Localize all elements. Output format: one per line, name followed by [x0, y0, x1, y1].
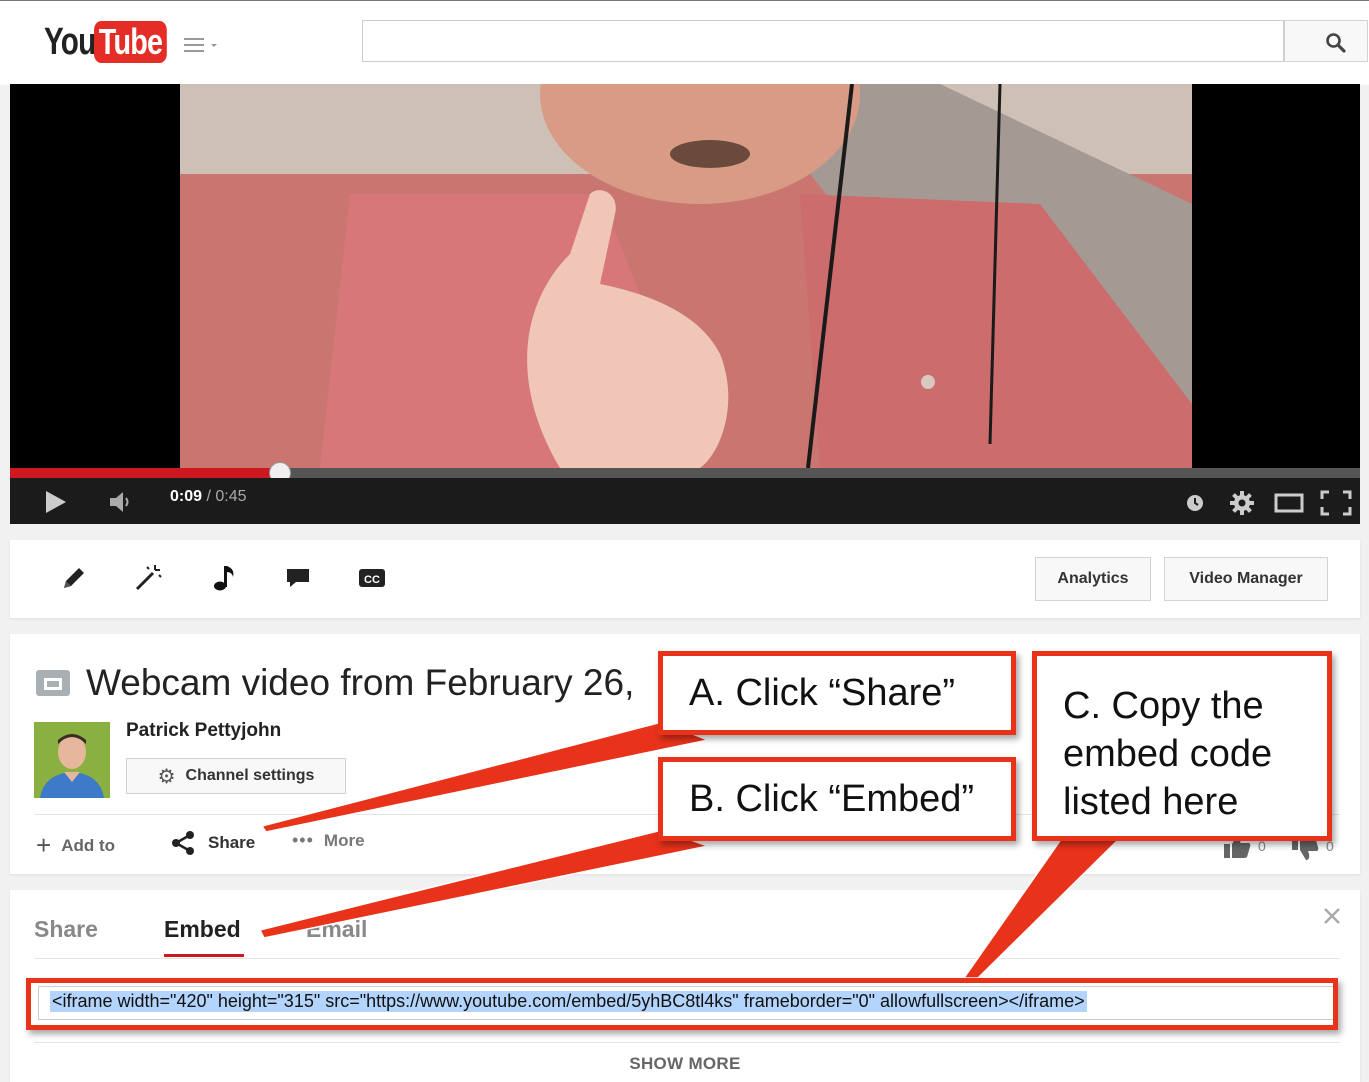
time-display: 0:09 / 0:45: [170, 488, 247, 506]
tab-embed[interactable]: Embed: [164, 916, 241, 943]
time-separator: /: [206, 488, 211, 505]
music-note-audio-icon[interactable]: [208, 562, 240, 594]
search-field[interactable]: [363, 21, 1283, 61]
annotation-c: C. Copy the embed code listed here: [1032, 651, 1332, 841]
watch-later-icon[interactable]: [1186, 494, 1204, 512]
volume-icon[interactable]: [108, 490, 134, 514]
video-player[interactable]: 0:09 / 0:45: [10, 84, 1360, 524]
share-label: Share: [208, 833, 256, 852]
fullscreen-icon[interactable]: [1320, 490, 1352, 516]
channel-settings-button[interactable]: ⚙ Channel settings: [126, 758, 346, 794]
speech-bubble-annotations-icon[interactable]: [282, 562, 314, 594]
show-more-button[interactable]: SHOW MORE: [10, 1054, 1360, 1074]
ellipsis-icon: •••: [292, 830, 314, 850]
current-time: 0:09: [170, 488, 203, 505]
svg-text:CC: CC: [364, 574, 380, 586]
more-button[interactable]: ••• More: [292, 830, 365, 851]
annotation-a: A. Click “Share”: [658, 651, 1016, 735]
magic-wand-enhancements-icon[interactable]: [132, 562, 164, 594]
embed-code-highlight: [26, 978, 1338, 1030]
cc-captions-icon[interactable]: CC: [356, 562, 388, 594]
creator-bar: CC Analytics Video Manager: [10, 540, 1360, 618]
video-title: Webcam video from February 26,: [86, 662, 635, 703]
channel-settings-label: Channel settings: [185, 767, 315, 784]
close-icon[interactable]: [1322, 906, 1342, 926]
annotation-b: B. Click “Embed”: [658, 757, 1016, 841]
add-to-button[interactable]: + Add to: [36, 830, 115, 861]
settings-gear-icon[interactable]: [1229, 490, 1255, 516]
video-manager-button[interactable]: Video Manager: [1164, 557, 1328, 601]
search-input[interactable]: [362, 20, 1284, 62]
duration: 0:45: [215, 488, 247, 505]
pencil-edit-icon[interactable]: [58, 562, 90, 594]
logo-you: You: [44, 20, 96, 63]
plus-icon: +: [36, 830, 52, 860]
divider: [34, 958, 1340, 959]
channel-name[interactable]: Patrick Pettyjohn: [126, 720, 281, 742]
avatar[interactable]: [34, 722, 110, 798]
search-button[interactable]: [1284, 20, 1368, 62]
video-frame[interactable]: [180, 84, 1192, 468]
analytics-button[interactable]: Analytics: [1035, 557, 1151, 601]
progress-fill: [10, 468, 280, 478]
add-to-label: Add to: [61, 835, 116, 855]
theater-mode-icon[interactable]: [1274, 492, 1304, 514]
share-action-button[interactable]: Share: [170, 830, 255, 856]
play-icon[interactable]: [44, 489, 68, 515]
logo-tube: Tube: [94, 21, 168, 63]
tab-share[interactable]: Share: [34, 916, 98, 943]
tab-email[interactable]: Email: [306, 916, 367, 943]
more-label: More: [323, 830, 365, 850]
magnifier-icon: [1326, 33, 1346, 53]
active-tab-indicator: [164, 954, 244, 957]
hamburger-menu-icon[interactable]: [184, 36, 224, 54]
divider: [34, 1042, 1340, 1043]
privacy-lock-icon: [36, 670, 70, 696]
youtube-logo[interactable]: You Tube: [44, 19, 185, 65]
video-still-image: [180, 84, 1192, 468]
gear-icon: ⚙: [157, 765, 176, 788]
share-icon: [172, 831, 194, 855]
